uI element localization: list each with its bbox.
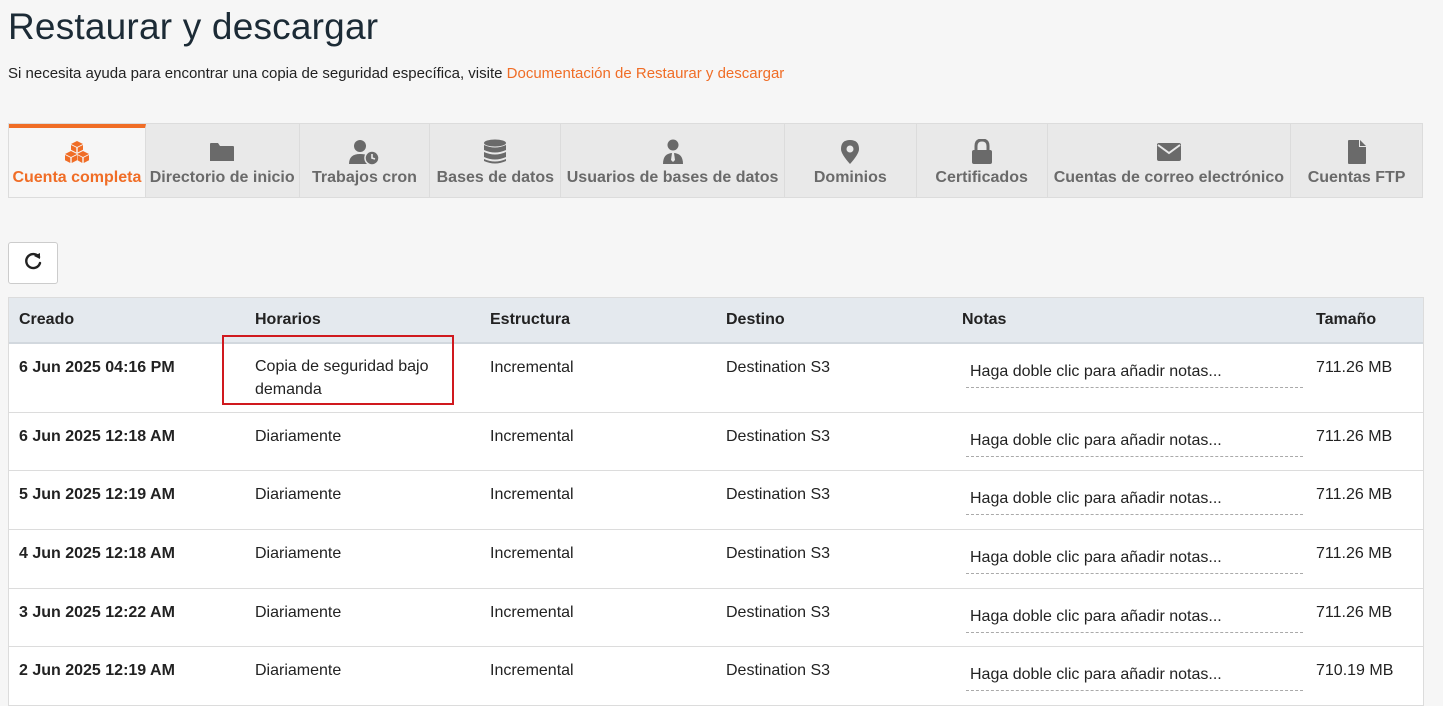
notes-field[interactable]: Haga doble clic para añadir notas... bbox=[966, 363, 1303, 388]
notes-field[interactable]: Haga doble clic para añadir notas... bbox=[966, 549, 1303, 574]
table-row[interactable]: 4 Jun 2025 12:18 AM Diariamente Incremen… bbox=[9, 530, 1423, 589]
size-cell: 711.26 MB bbox=[1316, 359, 1393, 376]
cubes-icon bbox=[64, 139, 90, 165]
created-cell: 4 Jun 2025 12:18 AM bbox=[19, 545, 175, 562]
structure-cell: Incremental bbox=[490, 662, 574, 679]
notes-field[interactable]: Haga doble clic para añadir notas... bbox=[966, 490, 1303, 515]
notes-cell: Haga doble clic para añadir notas... bbox=[952, 413, 1306, 470]
notes-field[interactable]: Haga doble clic para añadir notas... bbox=[966, 608, 1303, 633]
destination-cell: Destination S3 bbox=[726, 662, 831, 679]
destination-cell: Destination S3 bbox=[726, 359, 831, 376]
folder-icon bbox=[209, 139, 235, 165]
tab-label: Cuentas FTP bbox=[1307, 169, 1406, 186]
notes-field[interactable]: Haga doble clic para añadir notas... bbox=[966, 432, 1303, 457]
table-header: Creado Horarios Estructura Destino Notas… bbox=[9, 298, 1423, 344]
restore-tabs: Cuenta completa Directorio de inicio Tra… bbox=[8, 123, 1423, 198]
envelope-icon bbox=[1156, 139, 1182, 165]
destination-cell: Destination S3 bbox=[726, 604, 831, 621]
notes-cell: Haga doble clic para añadir notas... bbox=[952, 589, 1306, 646]
column-header-structure[interactable]: Estructura bbox=[480, 311, 716, 329]
file-icon bbox=[1347, 139, 1367, 165]
created-cell: 6 Jun 2025 12:18 AM bbox=[19, 428, 175, 445]
table-row[interactable]: 6 Jun 2025 12:18 AM Diariamente Incremen… bbox=[9, 413, 1423, 471]
refresh-button[interactable] bbox=[8, 242, 58, 284]
column-header-created[interactable]: Creado bbox=[9, 311, 245, 329]
schedule-cell: Diariamente bbox=[255, 428, 342, 445]
notes-cell: Haga doble clic para añadir notas... bbox=[952, 344, 1306, 412]
database-icon bbox=[483, 139, 507, 165]
tab-label: Certificados bbox=[935, 169, 1028, 186]
notes-cell: Haga doble clic para añadir notas... bbox=[952, 647, 1306, 705]
tab-email-accounts[interactable]: Cuentas de correo electrónico bbox=[1048, 124, 1292, 197]
tab-full-account[interactable]: Cuenta completa bbox=[9, 124, 146, 197]
structure-cell: Incremental bbox=[490, 428, 574, 445]
user-tie-icon bbox=[662, 139, 684, 165]
lock-icon bbox=[971, 139, 993, 165]
size-cell: 710.19 MB bbox=[1316, 662, 1394, 679]
column-header-notes[interactable]: Notas bbox=[952, 311, 1306, 329]
tab-domains[interactable]: Dominios bbox=[785, 124, 917, 197]
destination-cell: Destination S3 bbox=[726, 486, 831, 503]
tab-label: Bases de datos bbox=[436, 169, 554, 186]
schedule-cell: Diariamente bbox=[255, 486, 342, 503]
map-marker-icon bbox=[840, 139, 860, 165]
tab-label: Cuentas de correo electrónico bbox=[1053, 169, 1284, 186]
column-header-destination[interactable]: Destino bbox=[716, 311, 952, 329]
tab-database-users[interactable]: Usuarios de bases de datos bbox=[561, 124, 785, 197]
created-cell: 6 Jun 2025 04:16 PM bbox=[19, 359, 175, 376]
schedule-cell: Diariamente bbox=[255, 662, 342, 679]
tab-label: Usuarios de bases de datos bbox=[566, 169, 779, 186]
table-row[interactable]: 2 Jun 2025 12:19 AM Diariamente Incremen… bbox=[9, 647, 1423, 705]
created-cell: 5 Jun 2025 12:19 AM bbox=[19, 486, 175, 503]
size-cell: 711.26 MB bbox=[1316, 486, 1393, 503]
refresh-icon bbox=[23, 251, 43, 276]
schedule-cell: Diariamente bbox=[255, 604, 342, 621]
tab-label: Dominios bbox=[813, 169, 887, 186]
notes-field[interactable]: Haga doble clic para añadir notas... bbox=[966, 666, 1303, 691]
created-cell: 2 Jun 2025 12:19 AM bbox=[19, 662, 175, 679]
user-clock-icon bbox=[348, 139, 382, 165]
created-cell: 3 Jun 2025 12:22 AM bbox=[19, 604, 175, 621]
notes-cell: Haga doble clic para añadir notas... bbox=[952, 471, 1306, 529]
documentation-link[interactable]: Documentación de Restaurar y descargar bbox=[507, 65, 785, 82]
column-header-size[interactable]: Tamaño bbox=[1306, 311, 1423, 329]
tab-home-directory[interactable]: Directorio de inicio bbox=[146, 124, 300, 197]
tab-certificates[interactable]: Certificados bbox=[917, 124, 1048, 197]
page-title: Restaurar y descargar bbox=[8, 6, 379, 47]
structure-cell: Incremental bbox=[490, 486, 574, 503]
notes-cell: Haga doble clic para añadir notas... bbox=[952, 530, 1306, 588]
structure-cell: Incremental bbox=[490, 545, 574, 562]
destination-cell: Destination S3 bbox=[726, 545, 831, 562]
backups-table: Creado Horarios Estructura Destino Notas… bbox=[8, 297, 1424, 706]
tab-ftp-accounts[interactable]: Cuentas FTP bbox=[1291, 124, 1422, 197]
size-cell: 711.26 MB bbox=[1316, 545, 1393, 562]
structure-cell: Incremental bbox=[490, 604, 574, 621]
column-header-schedule[interactable]: Horarios bbox=[245, 311, 480, 329]
tab-label: Cuenta completa bbox=[12, 169, 142, 186]
size-cell: 711.26 MB bbox=[1316, 428, 1393, 445]
table-row[interactable]: 3 Jun 2025 12:22 AM Diariamente Incremen… bbox=[9, 589, 1423, 647]
tab-label: Directorio de inicio bbox=[149, 169, 295, 186]
help-text-prefix: Si necesita ayuda para encontrar una cop… bbox=[8, 65, 507, 82]
schedule-cell: Diariamente bbox=[255, 545, 342, 562]
schedule-cell: Copia de seguridad bajo demanda bbox=[255, 358, 429, 398]
tab-cron-jobs[interactable]: Trabajos cron bbox=[300, 124, 431, 197]
table-row[interactable]: 5 Jun 2025 12:19 AM Diariamente Incremen… bbox=[9, 471, 1423, 530]
tab-databases[interactable]: Bases de datos bbox=[430, 124, 562, 197]
structure-cell: Incremental bbox=[490, 359, 574, 376]
help-text: Si necesita ayuda para encontrar una cop… bbox=[8, 65, 784, 82]
size-cell: 711.26 MB bbox=[1316, 604, 1393, 621]
tab-label: Trabajos cron bbox=[312, 169, 417, 186]
destination-cell: Destination S3 bbox=[726, 428, 831, 445]
table-row[interactable]: 6 Jun 2025 04:16 PM Copia de seguridad b… bbox=[9, 335, 1423, 413]
